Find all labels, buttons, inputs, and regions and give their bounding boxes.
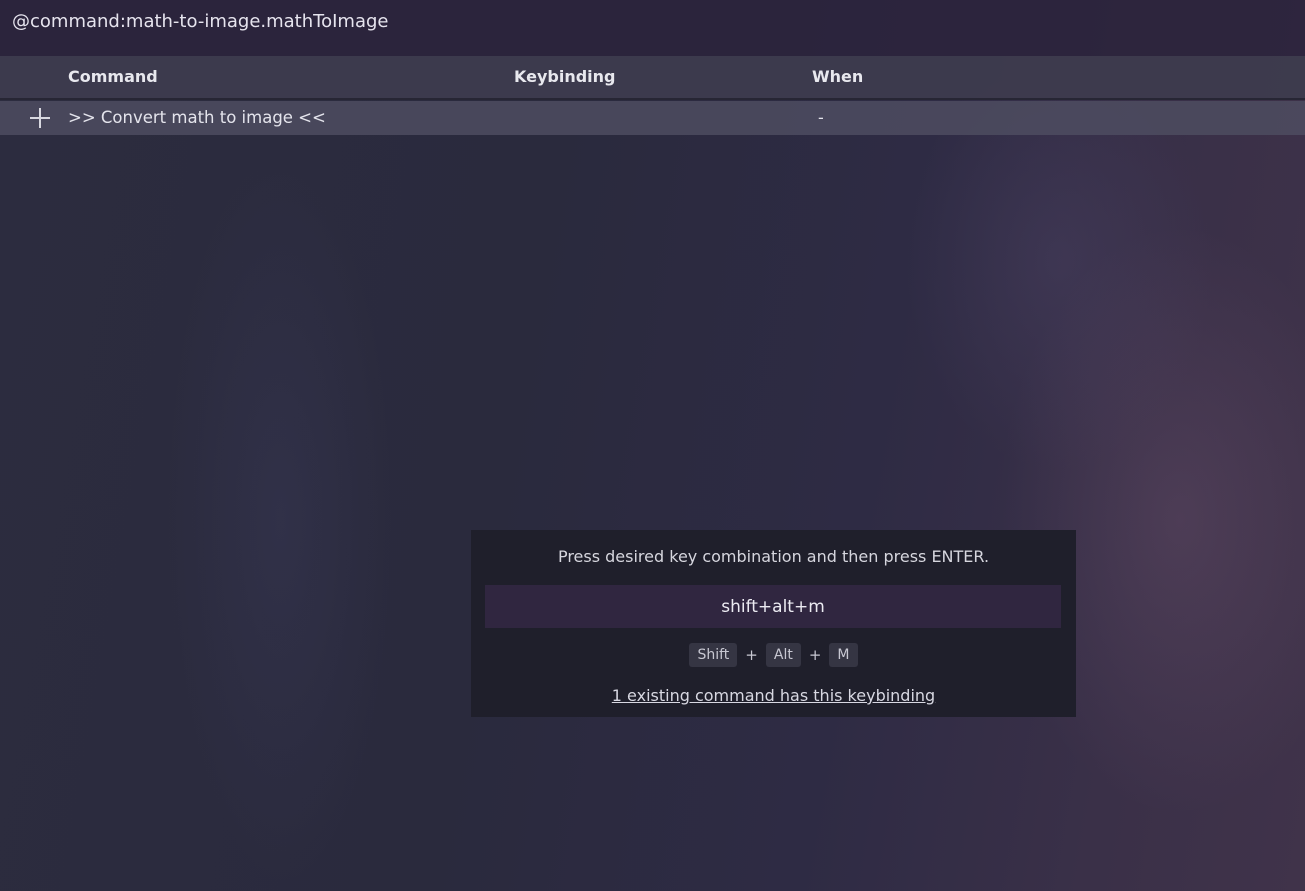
define-keybinding-dialog: Press desired key combination and then p… — [471, 530, 1076, 717]
key-separator: + — [745, 646, 758, 664]
keybinding-search-input[interactable] — [12, 8, 1212, 34]
key-shift: Shift — [689, 643, 738, 667]
table-header: Command Keybinding When — [0, 56, 1305, 100]
command-cell: >> Convert math to image << — [68, 108, 326, 127]
key-separator: + — [808, 646, 822, 664]
table-row[interactable]: >> Convert math to image << - — [0, 101, 1305, 135]
keybinding-input[interactable] — [485, 585, 1061, 628]
key-combination-display: Shift + Alt + M — [471, 643, 1076, 667]
existing-keybinding-link[interactable]: 1 existing command has this keybinding — [471, 686, 1076, 705]
search-bar — [0, 0, 1305, 56]
when-cell: - — [818, 108, 824, 127]
column-header-keybinding[interactable]: Keybinding — [514, 67, 616, 86]
column-header-command[interactable]: Command — [68, 67, 158, 86]
dialog-instruction: Press desired key combination and then p… — [557, 547, 990, 566]
key-m: M — [829, 643, 858, 667]
add-keybinding-icon[interactable] — [28, 106, 52, 130]
column-header-when[interactable]: When — [812, 67, 863, 86]
key-alt: Alt — [765, 643, 801, 667]
